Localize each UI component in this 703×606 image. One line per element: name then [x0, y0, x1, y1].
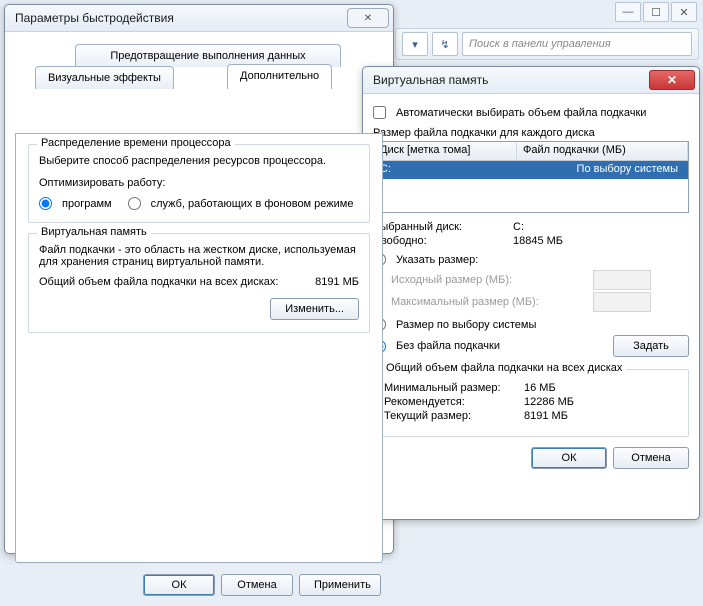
refresh-button[interactable]: ↯ [432, 32, 458, 56]
per-drive-label: Размер файла подкачки для каждого диска [373, 127, 689, 139]
init-size-input [593, 270, 651, 290]
set-button[interactable]: Задать [613, 335, 689, 357]
back-button[interactable]: ▾ [402, 32, 428, 56]
sel-drive-label: Выбранный диск: [373, 221, 513, 233]
close-icon[interactable]: ✕ [671, 2, 697, 22]
radio-services[interactable]: служб, работающих в фоновом режиме [128, 197, 354, 210]
perf-titlebar: Параметры быстродействия ✕ [5, 5, 393, 32]
vm-cancel-button[interactable]: Отмена [613, 447, 689, 469]
sched-title: Распределение времени процессора [37, 137, 235, 149]
virtual-memory-dialog: Виртуальная память ✕ Автоматически выбир… [362, 66, 700, 520]
processor-scheduling-group: Распределение времени процессора Выберит… [28, 144, 370, 223]
totals-title: Общий объем файла подкачки на всех диска… [382, 362, 626, 374]
vm-dialog-title: Виртуальная память [373, 73, 488, 87]
perf-apply-button[interactable]: Применить [299, 574, 381, 596]
drive-list[interactable]: Диск [метка тома] Файл подкачки (МБ) C: … [373, 141, 689, 213]
max-size-label: Максимальный размер (МБ): [391, 296, 539, 308]
vm-titlebar: Виртуальная память ✕ [363, 67, 699, 94]
sched-desc: Выберите способ распределения ресурсов п… [39, 155, 359, 167]
minimize-icon[interactable]: — [615, 2, 641, 22]
tab-advanced[interactable]: Дополнительно [227, 64, 332, 89]
drive-row-c[interactable]: C: По выбору системы [374, 161, 688, 179]
vm-desc: Файл подкачки - это область на жестком д… [39, 244, 359, 268]
row-file: По выбору системы [516, 161, 688, 179]
row-drive: C: [374, 161, 516, 179]
perf-title: Параметры быстродействия [15, 11, 174, 25]
radio-programs[interactable]: программ [39, 197, 112, 210]
sel-drive-val: C: [513, 221, 524, 233]
vm-ok-button[interactable]: ОК [531, 447, 607, 469]
vm-total-label: Общий объем файла подкачки на всех диска… [39, 276, 315, 288]
vm-close-button[interactable]: ✕ [649, 70, 695, 90]
virtual-memory-group: Виртуальная память Файл подкачки - это о… [28, 233, 370, 333]
advanced-tab-panel: Распределение времени процессора Выберит… [15, 133, 383, 563]
min-val: 16 МБ [524, 382, 556, 394]
vm-total-value: 8191 МБ [315, 276, 359, 288]
totals-group: Общий объем файла подкачки на всех диска… [373, 369, 689, 437]
max-size-input [593, 292, 651, 312]
free-val: 18845 МБ [513, 235, 563, 247]
col-file: Файл подкачки (МБ) [517, 142, 688, 160]
radio-system-size[interactable]: Размер по выбору системы [373, 318, 689, 331]
col-drive: Диск [метка тома] [374, 142, 517, 160]
perf-footer: ОК Отмена Применить [5, 563, 393, 606]
perf-close-button[interactable]: ✕ [347, 8, 389, 28]
tab-visual[interactable]: Визуальные эффекты [35, 66, 174, 89]
init-size-label: Исходный размер (МБ): [391, 274, 512, 286]
vm-body: Автоматически выбирать объем файла подка… [363, 94, 699, 479]
performance-options-window: Параметры быстродействия ✕ Предотвращени… [4, 4, 394, 554]
cur-label: Текущий размер: [384, 410, 524, 422]
change-button[interactable]: Изменить... [270, 298, 359, 320]
auto-checkbox[interactable]: Автоматически выбирать объем файла подка… [373, 106, 689, 119]
cur-val: 8191 МБ [524, 410, 568, 422]
vm-title: Виртуальная память [37, 226, 151, 238]
control-panel-toolbar: ▾ ↯ Поиск в панели управления [395, 28, 699, 60]
radio-no-paging[interactable]: Без файла подкачки [373, 340, 500, 353]
perf-cancel-button[interactable]: Отмена [221, 574, 293, 596]
radio-custom-size[interactable]: Указать размер: [373, 253, 689, 266]
optimize-label: Оптимизировать работу: [39, 177, 359, 189]
rec-label: Рекомендуется: [384, 396, 524, 408]
rec-val: 12286 МБ [524, 396, 574, 408]
min-label: Минимальный размер: [384, 382, 524, 394]
drive-list-header: Диск [метка тома] Файл подкачки (МБ) [374, 142, 688, 161]
free-label: Свободно: [373, 235, 513, 247]
search-input[interactable]: Поиск в панели управления [462, 32, 692, 56]
perf-ok-button[interactable]: ОК [143, 574, 215, 596]
maximize-icon[interactable]: ☐ [643, 2, 669, 22]
parent-window-buttons: — ☐ ✕ [615, 2, 697, 22]
